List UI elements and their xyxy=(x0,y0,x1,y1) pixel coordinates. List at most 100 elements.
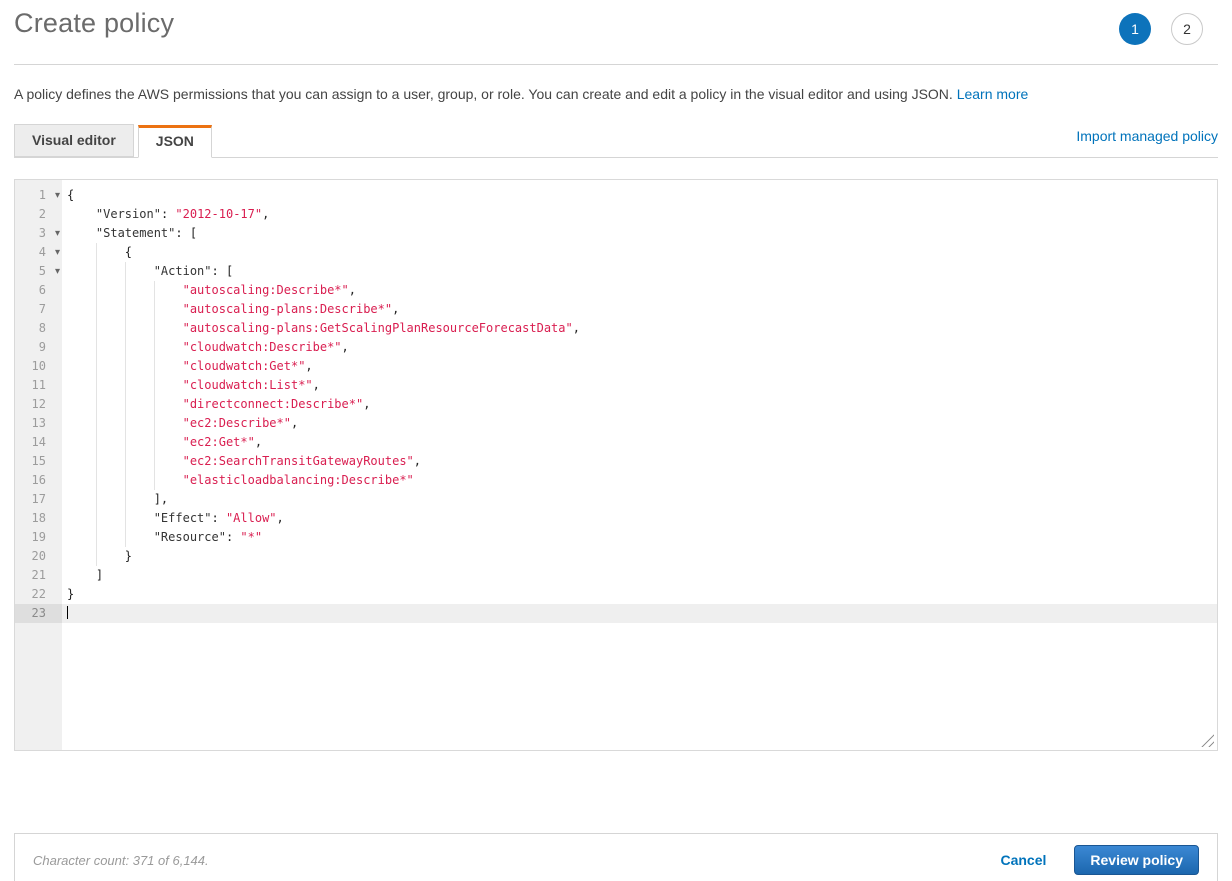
code-line: "directconnect:Describe*", xyxy=(62,395,1217,414)
line-number: 20 xyxy=(15,547,62,566)
indent-guide xyxy=(125,433,126,452)
editor-tabs: Visual editor JSON Import managed policy xyxy=(14,124,1218,158)
fold-arrow-icon[interactable]: ▾ xyxy=(55,262,60,281)
indent-guide xyxy=(125,357,126,376)
code-line: "autoscaling-plans:Describe*", xyxy=(62,300,1217,319)
indent-guide xyxy=(154,395,155,414)
indent-guide xyxy=(154,471,155,490)
line-number: 14 xyxy=(15,433,62,452)
code-line: ], xyxy=(62,490,1217,509)
line-number: 4▾ xyxy=(15,243,62,262)
indent-guide xyxy=(125,262,126,281)
indent-guide xyxy=(154,338,155,357)
line-number: 18 xyxy=(15,509,62,528)
fold-arrow-icon[interactable]: ▾ xyxy=(55,186,60,205)
line-number: 8 xyxy=(15,319,62,338)
indent-guide xyxy=(125,300,126,319)
learn-more-link[interactable]: Learn more xyxy=(957,86,1029,102)
code-line: "ec2:SearchTransitGatewayRoutes", xyxy=(62,452,1217,471)
indent-guide xyxy=(96,319,97,338)
code-line: "cloudwatch:List*", xyxy=(62,376,1217,395)
line-number: 2 xyxy=(15,205,62,224)
code-line: } xyxy=(62,547,1217,566)
indent-guide xyxy=(96,528,97,547)
indent-guide xyxy=(96,509,97,528)
text-cursor xyxy=(67,606,68,619)
indent-guide xyxy=(125,452,126,471)
tab-visual-editor[interactable]: Visual editor xyxy=(14,124,134,157)
indent-guide xyxy=(96,471,97,490)
indent-guide xyxy=(154,300,155,319)
code-line: "elasticloadbalancing:Describe*" xyxy=(62,471,1217,490)
indent-guide xyxy=(154,357,155,376)
indent-guide xyxy=(154,281,155,300)
footer-bar: Character count: 371 of 6,144. Cancel Re… xyxy=(14,833,1218,881)
indent-guide xyxy=(154,452,155,471)
indent-guide xyxy=(125,528,126,547)
code-line: } xyxy=(62,585,1217,604)
editor-gutter: 1▾23▾4▾5▾6789101112131415161718192021222… xyxy=(15,180,62,750)
indent-guide xyxy=(96,395,97,414)
indent-guide xyxy=(125,281,126,300)
code-line: { xyxy=(62,186,1217,205)
indent-guide xyxy=(125,395,126,414)
line-number: 21 xyxy=(15,566,62,585)
indent-guide xyxy=(96,262,97,281)
intro-text: A policy defines the AWS permissions tha… xyxy=(14,65,1218,102)
code-line: "autoscaling-plans:GetScalingPlanResourc… xyxy=(62,319,1217,338)
line-number: 15 xyxy=(15,452,62,471)
line-number: 6 xyxy=(15,281,62,300)
page-header: Create policy 1 2 xyxy=(14,0,1218,65)
review-policy-button[interactable]: Review policy xyxy=(1074,845,1199,875)
code-line: { xyxy=(62,243,1217,262)
fold-arrow-icon[interactable]: ▾ xyxy=(55,224,60,243)
code-line xyxy=(62,604,1217,623)
line-number: 12 xyxy=(15,395,62,414)
indent-guide xyxy=(96,300,97,319)
import-managed-policy-link[interactable]: Import managed policy xyxy=(1076,128,1218,154)
code-line: ] xyxy=(62,566,1217,585)
indent-guide xyxy=(154,319,155,338)
step-indicator: 1 2 xyxy=(1119,13,1203,45)
indent-guide xyxy=(154,376,155,395)
indent-guide xyxy=(125,509,126,528)
line-number: 7 xyxy=(15,300,62,319)
indent-guide xyxy=(125,490,126,509)
create-policy-page: Create policy 1 2 A policy defines the A… xyxy=(0,0,1232,881)
json-editor[interactable]: 1▾23▾4▾5▾6789101112131415161718192021222… xyxy=(14,179,1218,751)
code-line: "Statement": [ xyxy=(62,224,1217,243)
code-line: "Version": "2012-10-17", xyxy=(62,205,1217,224)
fold-arrow-icon[interactable]: ▾ xyxy=(55,243,60,262)
intro-description: A policy defines the AWS permissions tha… xyxy=(14,86,957,102)
indent-guide xyxy=(96,376,97,395)
line-number: 17 xyxy=(15,490,62,509)
line-number: 9 xyxy=(15,338,62,357)
step-1-badge: 1 xyxy=(1119,13,1151,45)
code-line: "Resource": "*" xyxy=(62,528,1217,547)
line-number: 1▾ xyxy=(15,186,62,205)
line-number: 16 xyxy=(15,471,62,490)
indent-guide xyxy=(125,414,126,433)
step-2-badge: 2 xyxy=(1171,13,1203,45)
indent-guide xyxy=(96,338,97,357)
code-line: "cloudwatch:Get*", xyxy=(62,357,1217,376)
indent-guide xyxy=(96,414,97,433)
indent-guide xyxy=(96,357,97,376)
step-1-label: 1 xyxy=(1131,21,1139,37)
code-line: "ec2:Get*", xyxy=(62,433,1217,452)
cancel-button[interactable]: Cancel xyxy=(1000,852,1046,868)
tab-json[interactable]: JSON xyxy=(138,125,212,158)
line-number: 3▾ xyxy=(15,224,62,243)
editor-content[interactable]: { "Version": "2012-10-17", "Statement": … xyxy=(62,180,1217,750)
line-number: 23 xyxy=(15,604,62,623)
indent-guide xyxy=(96,281,97,300)
indent-guide xyxy=(125,319,126,338)
indent-guide xyxy=(96,433,97,452)
code-line: "cloudwatch:Describe*", xyxy=(62,338,1217,357)
character-count: Character count: 371 of 6,144. xyxy=(33,853,209,868)
indent-guide xyxy=(125,338,126,357)
line-number: 19 xyxy=(15,528,62,547)
line-number: 22 xyxy=(15,585,62,604)
indent-guide xyxy=(154,433,155,452)
footer-actions: Cancel Review policy xyxy=(1000,845,1199,875)
